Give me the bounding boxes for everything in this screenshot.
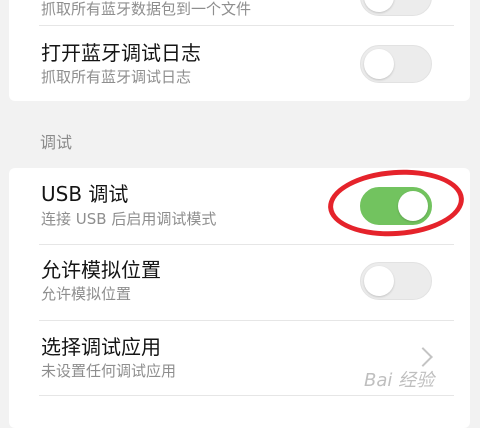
mock-location-toggle[interactable] — [360, 262, 432, 300]
debug-app-title: 选择调试应用 — [41, 335, 161, 359]
usb-debug-title: USB 调试 — [41, 182, 129, 206]
bt-log-subtitle: 抓取所有蓝牙调试日志 — [41, 68, 192, 86]
section-header-debug: 调试 — [40, 133, 73, 152]
toggle-knob — [364, 0, 394, 12]
divider — [39, 395, 454, 396]
bt-snoop-toggle[interactable] — [360, 0, 432, 16]
toggle-knob — [364, 49, 394, 79]
mock-location-row[interactable]: 允许模拟位置 允许模拟位置 — [9, 245, 470, 320]
watermark-logo: Bai 经验 — [364, 370, 435, 391]
bt-log-row[interactable]: 打开蓝牙调试日志 抓取所有蓝牙调试日志 — [9, 26, 470, 101]
debug-app-subtitle: 未设置任何调试应用 — [41, 362, 177, 380]
bt-log-toggle[interactable] — [360, 45, 432, 83]
toggle-knob — [364, 266, 394, 296]
chevron-right-icon — [413, 347, 433, 367]
mock-location-subtitle: 允许模拟位置 — [41, 285, 132, 303]
settings-card-bluetooth: 抓取所有蓝牙数据包到一个文件 打开蓝牙调试日志 抓取所有蓝牙调试日志 — [9, 0, 470, 101]
bt-log-title: 打开蓝牙调试日志 — [41, 41, 201, 65]
usb-debug-subtitle: 连接 USB 后启用调试模式 — [41, 210, 217, 228]
mock-location-title: 允许模拟位置 — [41, 258, 161, 282]
bt-snoop-subtitle: 抓取所有蓝牙数据包到一个文件 — [41, 0, 252, 18]
